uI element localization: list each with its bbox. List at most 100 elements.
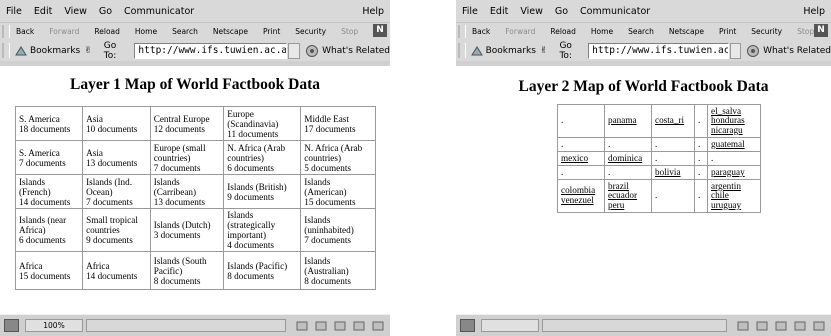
map-cell: N. Africa (Arab countries) 6 documents	[223, 140, 302, 175]
country-link[interactable]: uruguay	[711, 200, 741, 210]
country-link[interactable]: dominica	[608, 153, 642, 163]
menu-help[interactable]: Help	[797, 6, 831, 17]
forward-button[interactable]: Forward	[49, 27, 79, 36]
bookmarks-label[interactable]: Bookmarks	[30, 46, 80, 56]
cell-text: 9 documents	[86, 235, 133, 245]
forward-button[interactable]: Forward	[505, 27, 535, 36]
country-link[interactable]: guatemal	[711, 139, 745, 149]
country-link[interactable]: honduras	[711, 115, 745, 125]
composer-icon[interactable]	[334, 321, 346, 331]
cell-text: Islands	[153, 176, 180, 187]
map-cell: Islands (British) 9 documents	[223, 174, 302, 209]
cell-text: Europe (small	[153, 142, 206, 153]
back-button[interactable]: Back	[16, 27, 34, 36]
country-link[interactable]: argentin	[711, 181, 741, 191]
menu-go[interactable]: Go	[93, 6, 118, 17]
url-dropdown-button[interactable]	[288, 42, 301, 59]
bookmarks-label[interactable]: Bookmarks	[486, 46, 536, 56]
cell-text: 13 documents	[86, 157, 138, 168]
status-bar	[456, 314, 831, 336]
menu-help[interactable]: Help	[356, 6, 390, 17]
stop-button[interactable]: Stop	[341, 27, 358, 36]
country-link[interactable]: paraguay	[711, 167, 745, 177]
country-link[interactable]: panama	[608, 115, 637, 125]
navigator-icon[interactable]	[296, 321, 308, 331]
url-field[interactable]: http://www.ifs.tuwien.ac.at/	[134, 42, 288, 59]
map-cell: .	[557, 137, 605, 152]
toolbar-grip[interactable]	[2, 25, 10, 38]
country-link[interactable]: venezuel	[561, 195, 594, 205]
toolbar-grip[interactable]	[458, 25, 466, 38]
stop-button[interactable]: Stop	[797, 27, 814, 36]
country-link[interactable]: peru	[608, 200, 624, 210]
country-link[interactable]: costa_ri	[655, 115, 684, 125]
security-button[interactable]: Security	[295, 27, 326, 36]
country-link[interactable]: nicaragu	[711, 125, 743, 135]
toolbar-grip[interactable]	[2, 43, 10, 58]
netscape-logo-icon: N	[814, 24, 828, 37]
country-link[interactable]: mexico	[561, 153, 588, 163]
edit-icon[interactable]	[372, 321, 384, 331]
cell-text: 7 documents	[19, 157, 66, 168]
map-cell: .	[651, 137, 695, 152]
map-cell: Asia 13 documents	[82, 140, 151, 175]
status-bar: 100%	[0, 314, 390, 336]
print-button[interactable]: Print	[719, 27, 736, 36]
back-button[interactable]: Back	[472, 27, 490, 36]
reload-button[interactable]: Reload	[94, 27, 120, 36]
cell-text: 14 documents	[19, 196, 71, 207]
url-field[interactable]: http://www.ifs.tuwien.ac.at/	[588, 42, 729, 59]
menu-file[interactable]: File	[0, 6, 28, 17]
country-link[interactable]: chile	[711, 190, 729, 200]
whats-related-button[interactable]: What's Related	[763, 46, 831, 56]
security-lock-icon[interactable]	[460, 319, 475, 332]
cell-text: 11 documents	[227, 128, 279, 139]
menu-communicator[interactable]: Communicator	[574, 6, 656, 17]
country-link[interactable]: brazil	[608, 181, 629, 191]
whats-related-icon[interactable]	[305, 44, 319, 58]
menu-edit[interactable]: Edit	[484, 6, 514, 17]
menu-communicator[interactable]: Communicator	[118, 6, 200, 17]
url-dropdown-button[interactable]	[729, 42, 742, 59]
navigator-icon[interactable]	[737, 321, 749, 331]
country-link[interactable]: el_salva	[711, 106, 741, 116]
composer-icon[interactable]	[775, 321, 787, 331]
whats-related-icon[interactable]	[746, 44, 760, 58]
search-button[interactable]: Search	[172, 27, 198, 36]
table-row: S. America 7 documents Asia 13 documents Eur…	[14, 140, 376, 175]
menu-view[interactable]: View	[514, 6, 549, 17]
netscape-button[interactable]: Netscape	[669, 27, 704, 36]
menu-file[interactable]: File	[456, 6, 484, 17]
discussion-icon[interactable]	[353, 321, 365, 331]
mail-icon[interactable]	[315, 321, 327, 331]
cell-text: 3 documents	[153, 230, 201, 240]
home-button[interactable]: Home	[135, 27, 157, 36]
toolbar-grip[interactable]	[458, 43, 466, 58]
reload-button[interactable]: Reload	[550, 27, 576, 36]
menu-view[interactable]: View	[58, 6, 93, 17]
security-lock-icon[interactable]	[4, 319, 19, 332]
home-button[interactable]: Home	[591, 27, 613, 36]
cell-text: Islands	[304, 215, 331, 225]
country-link[interactable]: bolivia	[655, 167, 681, 177]
mail-icon[interactable]	[756, 321, 768, 331]
country-link[interactable]: ecuador	[608, 190, 637, 200]
map-cell: mexico	[557, 151, 605, 166]
discussion-icon[interactable]	[794, 321, 806, 331]
country-link[interactable]: colombia	[561, 185, 595, 196]
bookmarks-icon[interactable]	[470, 45, 484, 57]
table-row: Africa 15 documents Africa 14 documents Isla…	[14, 251, 376, 290]
whats-related-button[interactable]: What's Related	[322, 46, 390, 56]
map-cell: Middle East 17 documents	[300, 106, 376, 141]
cell-text: N. Africa (Arab	[227, 142, 286, 153]
print-button[interactable]: Print	[263, 27, 280, 36]
menu-edit[interactable]: Edit	[28, 6, 58, 17]
bookmarks-icon[interactable]	[14, 45, 28, 57]
cell-text: 8 documents	[227, 270, 274, 281]
menu-go[interactable]: Go	[549, 6, 574, 17]
cell-text: 8 documents	[304, 275, 351, 286]
netscape-button[interactable]: Netscape	[213, 27, 248, 36]
search-button[interactable]: Search	[628, 27, 654, 36]
security-button[interactable]: Security	[751, 27, 782, 36]
edit-icon[interactable]	[813, 321, 825, 331]
